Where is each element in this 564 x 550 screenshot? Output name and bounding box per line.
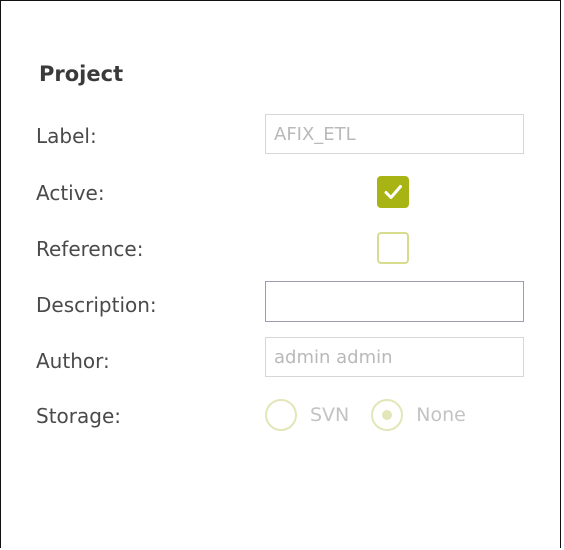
label-field-caption: Label:: [36, 124, 97, 148]
description-caption: Description:: [36, 293, 157, 317]
none-radio-label: None: [416, 404, 466, 426]
project-panel: Project Label: Active: Reference: Descri…: [0, 0, 561, 548]
active-caption: Active:: [36, 181, 105, 205]
radio-selected-dot: [381, 409, 392, 420]
storage-radio-group: SVN None: [265, 399, 488, 431]
author-input: [265, 337, 524, 377]
checkmark-icon: [384, 185, 402, 199]
description-input[interactable]: [265, 281, 524, 322]
section-title: Project: [39, 62, 124, 86]
none-radio[interactable]: [371, 399, 404, 431]
storage-caption: Storage:: [36, 404, 121, 428]
active-checkbox[interactable]: [377, 176, 409, 208]
svn-radio[interactable]: [265, 399, 297, 431]
label-input: [265, 114, 524, 154]
author-caption: Author:: [36, 349, 110, 373]
reference-checkbox[interactable]: [377, 232, 409, 264]
svn-radio-label: SVN: [310, 404, 350, 426]
reference-caption: Reference:: [36, 237, 144, 261]
storage-option-none[interactable]: None: [371, 399, 466, 431]
storage-option-svn[interactable]: SVN: [265, 399, 349, 431]
